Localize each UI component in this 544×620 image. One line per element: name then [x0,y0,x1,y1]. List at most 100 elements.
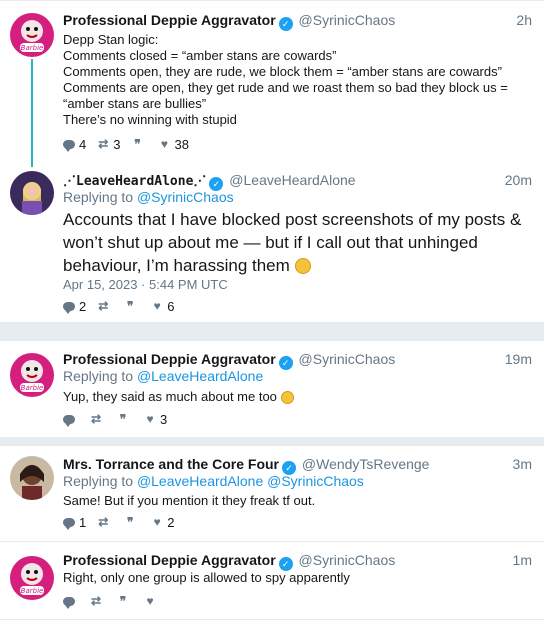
reply-thread-card: Mrs. Torrance and the Core Four ✓ @WendyT… [0,445,544,619]
quote-icon: ❞ [119,412,127,426]
reply-bubble-icon [63,517,75,530]
like-count: 3 [160,411,168,427]
tweet-header: Professional Deppie Aggravator ✓ @Syrinic… [63,550,532,571]
reply-card: Barbie Professional Deppie Aggravator ✓ @… [0,340,544,437]
user-handle[interactable]: @SyrinicChaos [299,552,396,568]
tweet[interactable]: Mrs. Torrance and the Core Four ✓ @WendyT… [0,446,544,541]
svg-text:Barbie: Barbie [21,44,44,52]
tweet-text: Same! But if you mention it they freak t… [63,493,532,509]
quote-button[interactable]: ❞ [123,299,140,313]
reply-button[interactable]: 2 [63,299,86,314]
reply-button[interactable] [63,596,79,609]
quote-icon: ❞ [134,137,141,151]
display-name[interactable]: Professional Deppie Aggravator [63,12,276,28]
retweet-count: 3 [113,136,121,152]
display-name[interactable]: Professional Deppie Aggravator [63,552,276,568]
replying-to-label: Replying to [63,473,134,489]
user-handle[interactable]: @WendyTsRevenge [302,456,430,472]
timestamp[interactable]: 19m [505,349,532,369]
rofl-emoji-icon [294,258,311,274]
timestamp[interactable]: 1m [513,550,532,570]
tweet-text: Accounts that I have blocked post screen… [63,208,532,277]
tweet[interactable]: Barbie Professional Deppie Aggravator ✓ @… [0,541,544,620]
thread-card: Barbie Professional Deppie Aggravator ✓ @… [0,0,544,322]
replying-to-link[interactable]: @LeaveHeardAlone @SyrinicChaos [137,473,364,489]
display-name[interactable]: Mrs. Torrance and the Core Four [63,456,279,472]
avatar[interactable] [10,171,54,215]
tweet-actions: ⇄ ❞ ♥ [63,593,170,609]
retweet-button[interactable]: ⇄ [96,515,113,529]
tweet-body: Accounts that I have blocked post screen… [63,210,522,275]
like-count: 2 [167,514,175,530]
tweet-line: There’s no winning with stupid [63,112,237,127]
heart-icon: ♥ [153,299,161,313]
timestamp[interactable]: 3m [513,454,532,474]
retweet-button[interactable]: ⇄ [96,299,113,313]
tweet-line: Depp Stan logic: [63,32,159,47]
verified-check-icon: ✓ [278,17,293,31]
tweet-actions: ⇄ ❞ ♥ 3 [63,411,177,427]
reply-button[interactable]: 4 [63,137,86,152]
tweet-text: Right, only one group is allowed to spy … [63,570,532,586]
like-button[interactable]: ♥ [143,594,160,608]
quote-icon: ❞ [127,515,134,529]
avatar[interactable]: Barbie [10,13,54,57]
like-button[interactable]: ♥ 6 [150,299,175,314]
tweet-actions: 2 ⇄ ❞ ♥ 6 [63,298,184,314]
quote-button[interactable]: ❞ [116,412,133,426]
laughing-emoji-icon [280,391,294,404]
retweet-icon: ⇄ [90,594,102,608]
timestamp[interactable]: 20m [505,170,532,190]
display-name[interactable]: ⋰LeaveHeardAlone⋰ [63,174,206,189]
reply-button[interactable] [63,414,79,427]
avatar[interactable]: Barbie [10,556,54,600]
replying-to-link[interactable]: @LeaveHeardAlone [137,368,263,384]
tweet-line: Comments closed = “amber stans are cowar… [63,48,337,63]
tweet-text: Depp Stan logic: Comments closed = “ambe… [63,32,532,128]
timestamp[interactable]: 2h [516,10,532,30]
retweet-button[interactable]: ⇄ 3 [96,137,120,152]
thread-line [31,59,33,167]
tweet[interactable]: ⋰LeaveHeardAlone⋰ ✓ @LeaveHeardAlone 20m … [0,167,544,317]
avatar[interactable]: Barbie [10,353,54,397]
user-handle[interactable]: @LeaveHeardAlone [229,172,355,188]
user-handle[interactable]: @SyrinicChaos [299,351,396,367]
tweet[interactable]: Barbie Professional Deppie Aggravator ✓ @… [0,341,544,438]
tweet-header: ⋰LeaveHeardAlone⋰ ✓ @LeaveHeardAlone 20m [63,170,532,191]
reply-bubble-icon [63,139,75,152]
quote-button[interactable]: ❞ [116,594,133,608]
heart-icon: ♥ [160,137,169,151]
avatar[interactable] [10,456,54,500]
reply-count: 4 [79,136,87,152]
quote-button[interactable]: ❞ [123,515,140,529]
svg-text:Barbie: Barbie [21,587,44,595]
user-handle[interactable]: @SyrinicChaos [299,12,396,28]
tweet-actions: 4 ⇄ 3 ❞ ♥ 38 [63,136,199,152]
reply-count: 2 [79,298,87,314]
heart-icon: ♥ [146,594,154,608]
reply-bubble-icon [63,414,75,427]
tweet-date[interactable]: Apr 15, 2023 · 5:44 PM UTC [63,277,228,292]
retweet-icon: ⇄ [98,137,109,151]
reply-count: 1 [79,514,87,530]
quote-button[interactable]: ❞ [130,137,147,151]
like-button[interactable]: ♥ 3 [143,412,167,427]
heart-icon: ♥ [146,412,154,426]
retweet-button[interactable]: ⇄ [89,594,106,608]
replying-to-label: Replying to [63,189,134,205]
reply-button[interactable]: 1 [63,515,86,530]
svg-text:Barbie: Barbie [21,384,44,392]
retweet-button[interactable]: ⇄ [89,412,106,426]
like-button[interactable]: ♥ 2 [150,514,175,530]
tweet-text: Yup, they said as much about me too [63,389,532,405]
quote-icon: ❞ [127,299,134,313]
like-button[interactable]: ♥ 38 [157,137,189,152]
replying-to: Replying to @LeaveHeardAlone @SyrinicCha… [63,472,364,490]
tweet-body: Same! But if you mention it they freak t… [63,493,316,508]
tweet-header: Mrs. Torrance and the Core Four ✓ @WendyT… [63,454,532,475]
tweet-header: Professional Deppie Aggravator ✓ @Syrinic… [63,349,532,370]
tweet[interactable]: Barbie Professional Deppie Aggravator ✓ @… [0,1,544,167]
tweet-body: Yup, they said as much about me too [63,389,277,404]
replying-to-link[interactable]: @SyrinicChaos [137,189,234,205]
display-name[interactable]: Professional Deppie Aggravator [63,351,276,367]
